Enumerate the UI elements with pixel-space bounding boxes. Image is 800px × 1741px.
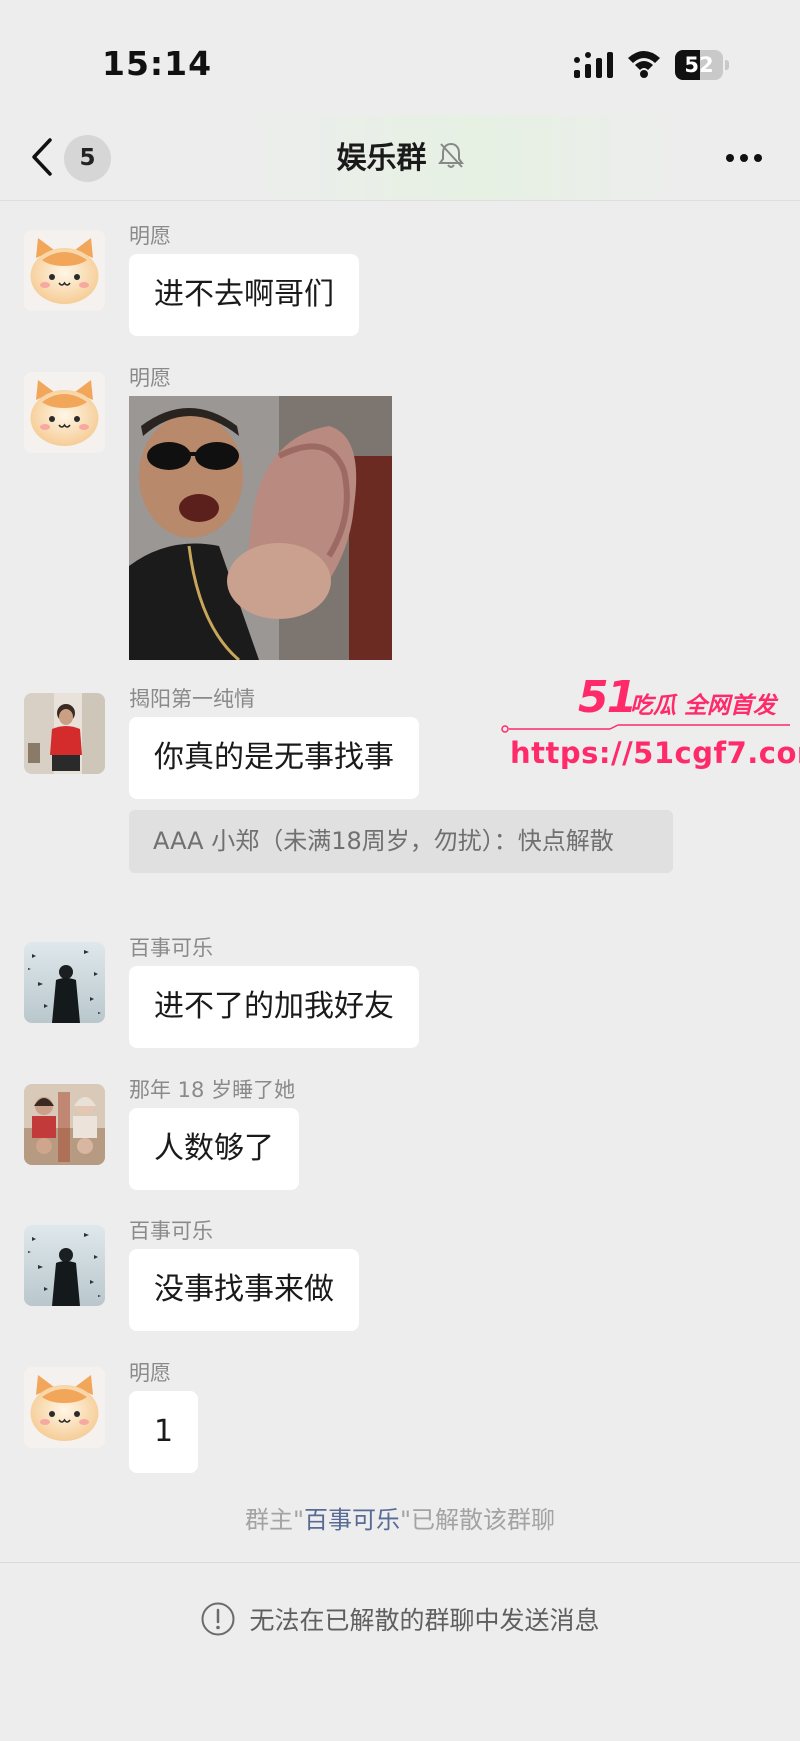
mute-bell-icon — [437, 142, 464, 168]
wifi-icon — [628, 51, 660, 78]
sender-name: 明愿 — [129, 366, 171, 390]
battery-indicator: 52 — [675, 50, 729, 80]
cat-avatar[interactable] — [24, 372, 105, 453]
more-options-icon[interactable] — [724, 152, 764, 164]
sender-name: 百事可乐 — [129, 1219, 213, 1243]
exclamation-circle-icon — [201, 1602, 235, 1636]
chat-header: 5 娱乐群 — [0, 115, 800, 201]
status-bar: 15:14 52 — [0, 0, 800, 115]
cat-avatar[interactable] — [24, 230, 105, 311]
watermark-divider — [501, 724, 790, 733]
watermark-tagline: 吃瓜 全网首发 — [630, 693, 777, 719]
sender-name: 明愿 — [129, 1361, 171, 1385]
message-bubble[interactable]: 你真的是无事找事 — [129, 717, 419, 799]
chat-title[interactable]: 娱乐群 — [336, 141, 426, 176]
sender-name: 揭阳第一纯情 — [129, 687, 255, 711]
group-photo-avatar[interactable] — [24, 1084, 105, 1165]
status-time: 15:14 — [102, 44, 213, 83]
sender-name: 百事可乐 — [129, 936, 213, 960]
input-disabled-bar: 无法在已解散的群聊中发送消息 — [0, 1562, 800, 1741]
message-bubble[interactable]: 进不去啊哥们 — [129, 254, 359, 336]
dark-figure-avatar[interactable] — [24, 1225, 105, 1306]
watermark-brand: 51 — [578, 672, 637, 723]
watermark: 51 吃瓜 全网首发 https://51cgf7.com — [496, 672, 800, 782]
quoted-reply[interactable]: AAA 小郑（未满18周岁，勿扰）：快点解散 — [129, 810, 673, 873]
group-dissolved-notice: 群主"百事可乐"已解散该群聊 — [0, 1500, 800, 1535]
group-owner-link[interactable]: 百事可乐 — [304, 1506, 400, 1534]
message-bubble[interactable]: 没事找事来做 — [129, 1249, 359, 1331]
chat-title-wrap: 娱乐群 — [0, 133, 800, 177]
message-bubble[interactable]: 进不了的加我好友 — [129, 966, 419, 1048]
cat-avatar[interactable] — [24, 1367, 105, 1448]
notice-suffix: "已解散该群聊 — [400, 1506, 556, 1534]
watermark-url: https://51cgf7.com — [510, 736, 800, 770]
photo-avatar[interactable] — [24, 693, 105, 774]
message-bubble[interactable]: 人数够了 — [129, 1108, 299, 1190]
cannot-send-notice: 无法在已解散的群聊中发送消息 — [249, 1606, 600, 1635]
message-bubble[interactable]: 1 — [129, 1391, 199, 1473]
sender-name: 那年 18 岁睡了她 — [129, 1078, 296, 1102]
cellular-signal-icon — [574, 52, 613, 78]
sender-name: 明愿 — [129, 224, 171, 248]
dark-figure-avatar[interactable] — [24, 942, 105, 1023]
message-image[interactable] — [129, 396, 392, 660]
notice-prefix: 群主" — [244, 1506, 304, 1534]
battery-percent: 52 — [684, 53, 714, 77]
